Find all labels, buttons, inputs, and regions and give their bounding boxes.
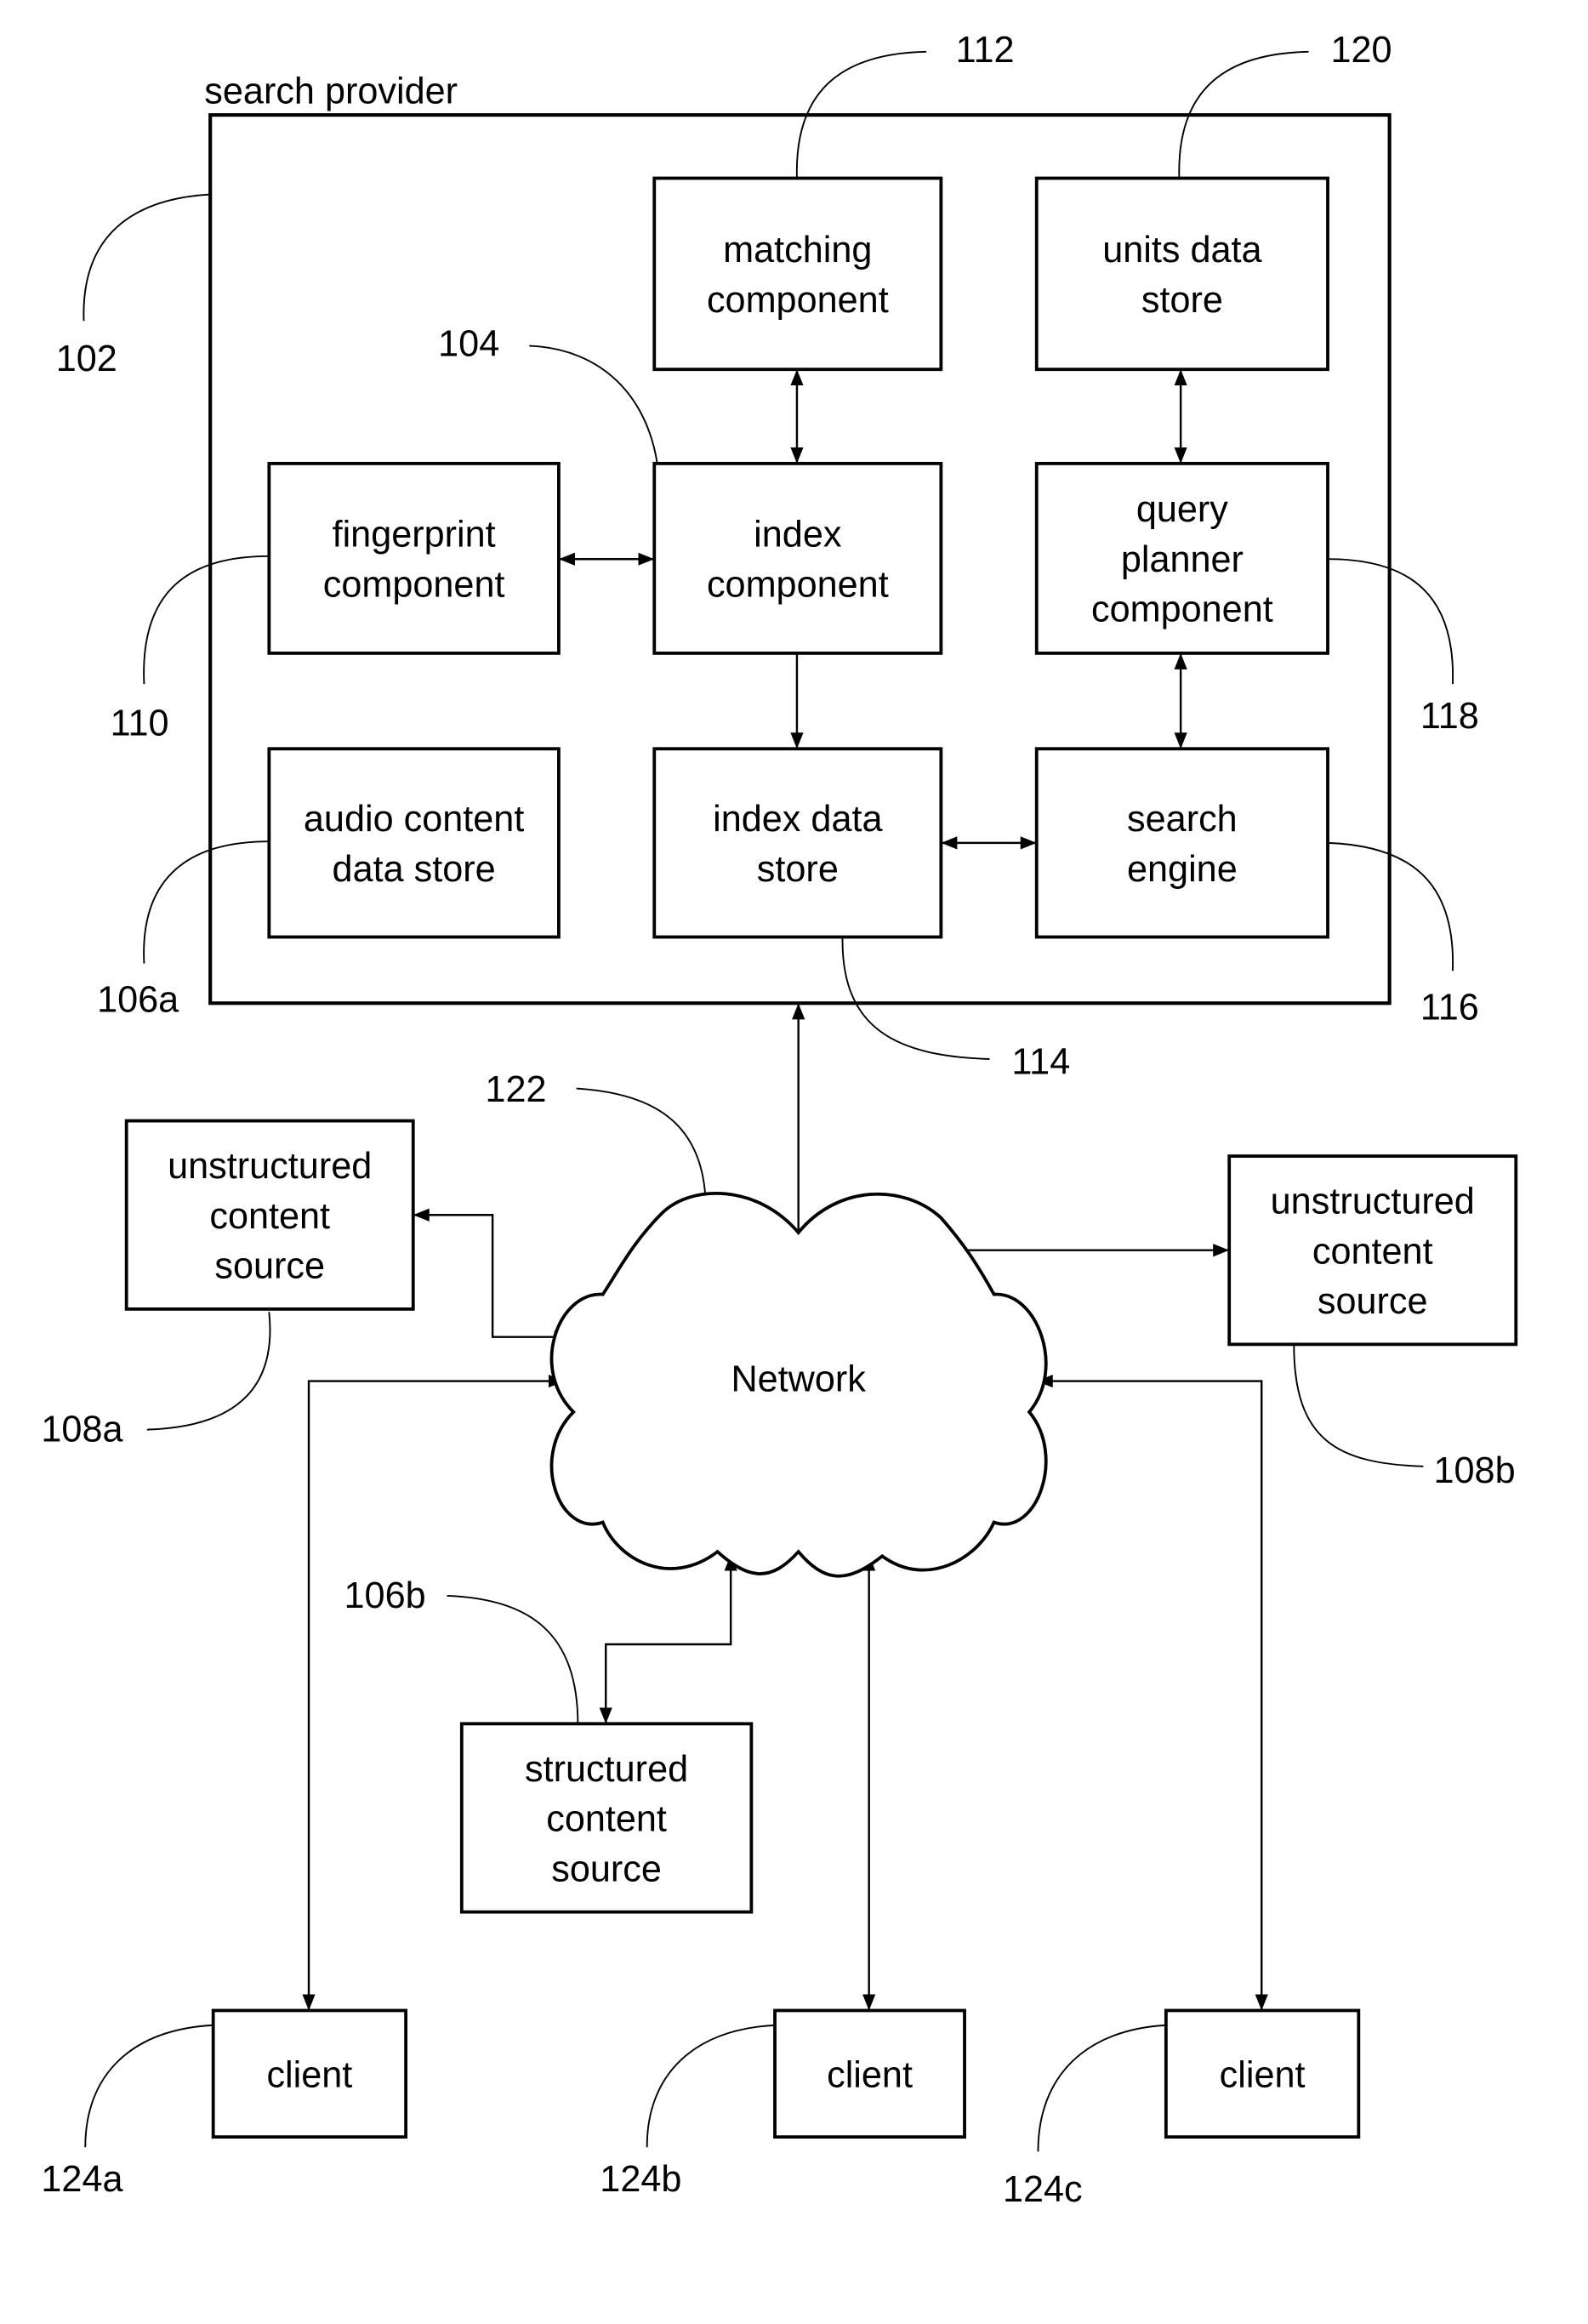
leader-line-102 bbox=[83, 193, 211, 322]
node-engine: search engine bbox=[1034, 747, 1329, 939]
audio-label-line: audio content bbox=[304, 799, 524, 840]
ref-numeral-118: 118 bbox=[1420, 696, 1479, 737]
fingerprint-box bbox=[267, 461, 561, 655]
engine-label-line: search bbox=[1127, 799, 1238, 840]
edge-structured-network bbox=[599, 1554, 737, 1724]
structured-label-line: content bbox=[546, 1799, 667, 1840]
index-box bbox=[652, 461, 943, 655]
edge-unstructA-network bbox=[413, 1208, 571, 1344]
node-units: units data store bbox=[1034, 176, 1329, 372]
structured-label-line: structured bbox=[525, 1749, 688, 1790]
system-diagram: matching component units data store fingerpr… bbox=[41, 30, 1518, 2210]
planner-label-line: planner bbox=[1121, 539, 1244, 580]
indexstore-label-line: index data bbox=[713, 799, 883, 840]
leader-line-124b bbox=[646, 2024, 776, 2148]
clientC-label-line: client bbox=[1220, 2054, 1306, 2095]
indexstore-label-line: store bbox=[757, 849, 839, 890]
leader-line-104 bbox=[529, 345, 658, 464]
node-audio: audio content data store bbox=[267, 747, 561, 939]
ref-numeral-106a: 106a bbox=[97, 980, 179, 1021]
search-provider-label: search provider bbox=[204, 71, 458, 111]
leader-line-106b bbox=[447, 1595, 579, 1724]
units-label-line: store bbox=[1141, 280, 1223, 321]
leader-line-108b bbox=[1293, 1344, 1424, 1467]
ref-numeral-108b: 108b bbox=[1433, 1450, 1515, 1491]
index-label-line: index bbox=[754, 515, 842, 555]
node-clientB: client bbox=[773, 2008, 966, 2139]
node-planner: query planner component bbox=[1034, 461, 1329, 655]
matching-label-line: matching bbox=[723, 230, 872, 271]
node-structured: structured content source bbox=[459, 1722, 754, 1914]
planner-label-line: component bbox=[1091, 590, 1273, 630]
unstructB-label-line: content bbox=[1312, 1231, 1433, 1272]
leader-line-122 bbox=[576, 1087, 707, 1210]
edge-clientC-network bbox=[1036, 1374, 1268, 2011]
node-clientC: client bbox=[1164, 2008, 1361, 2139]
network-label: Network bbox=[731, 1359, 866, 1400]
ref-numeral-124a: 124a bbox=[41, 2159, 123, 2200]
edge-clientA-network bbox=[302, 1374, 565, 2011]
clientA-label-line: client bbox=[266, 2054, 352, 2095]
node-fingerprint: fingerprint component bbox=[267, 461, 561, 655]
node-matching: matching component bbox=[652, 176, 943, 372]
leader-line-114 bbox=[841, 937, 990, 1060]
fingerprint-label-line: component bbox=[323, 564, 505, 605]
ref-numeral-106b: 106b bbox=[344, 1575, 426, 1616]
planner-label-line: query bbox=[1136, 489, 1228, 530]
ref-numeral-108a: 108a bbox=[41, 1409, 123, 1450]
unstructA-label-line: source bbox=[214, 1246, 325, 1287]
ref-numeral-120: 120 bbox=[1330, 30, 1392, 71]
node-indexstore: index data store bbox=[652, 747, 943, 939]
structured-label-line: source bbox=[551, 1848, 662, 1889]
node-index: index component bbox=[652, 461, 943, 655]
engine-label-line: engine bbox=[1127, 849, 1238, 890]
unstructA-label-line: content bbox=[209, 1196, 330, 1237]
ref-numeral-104: 104 bbox=[438, 324, 499, 365]
audio-box bbox=[267, 747, 561, 939]
leader-line-106a bbox=[143, 840, 270, 964]
units-label-line: units data bbox=[1102, 230, 1262, 271]
ref-numeral-122: 122 bbox=[485, 1069, 546, 1110]
unstructB-label-line: unstructured bbox=[1271, 1182, 1475, 1222]
node-unstructB: unstructured content source bbox=[1227, 1154, 1518, 1347]
unstructB-label-line: source bbox=[1318, 1281, 1428, 1322]
fingerprint-label-line: fingerprint bbox=[333, 515, 496, 555]
ref-numeral-124b: 124b bbox=[600, 2159, 681, 2200]
ref-numeral-110: 110 bbox=[111, 703, 169, 744]
node-unstructA: unstructured content source bbox=[124, 1119, 415, 1311]
ref-numeral-116: 116 bbox=[1420, 987, 1479, 1028]
ref-numeral-124c: 124c bbox=[1003, 2169, 1083, 2210]
unstructA-label-line: unstructured bbox=[168, 1146, 372, 1187]
ref-numeral-102: 102 bbox=[56, 339, 117, 379]
index-label-line: component bbox=[707, 564, 889, 605]
leader-line-124c bbox=[1037, 2024, 1166, 2152]
matching-label-line: component bbox=[707, 280, 889, 321]
leader-line-110 bbox=[143, 555, 270, 685]
leader-line-108a bbox=[146, 1312, 271, 1431]
ref-numeral-112: 112 bbox=[956, 30, 1015, 71]
node-clientA: client bbox=[211, 2008, 408, 2139]
indexstore-box bbox=[652, 747, 943, 939]
units-box bbox=[1034, 176, 1329, 372]
audio-label-line: data store bbox=[333, 849, 496, 890]
engine-box bbox=[1034, 747, 1329, 939]
matching-box bbox=[652, 176, 943, 372]
ref-numeral-114: 114 bbox=[1011, 1041, 1070, 1082]
leader-line-124a bbox=[84, 2024, 213, 2148]
clientB-label-line: client bbox=[827, 2054, 913, 2095]
